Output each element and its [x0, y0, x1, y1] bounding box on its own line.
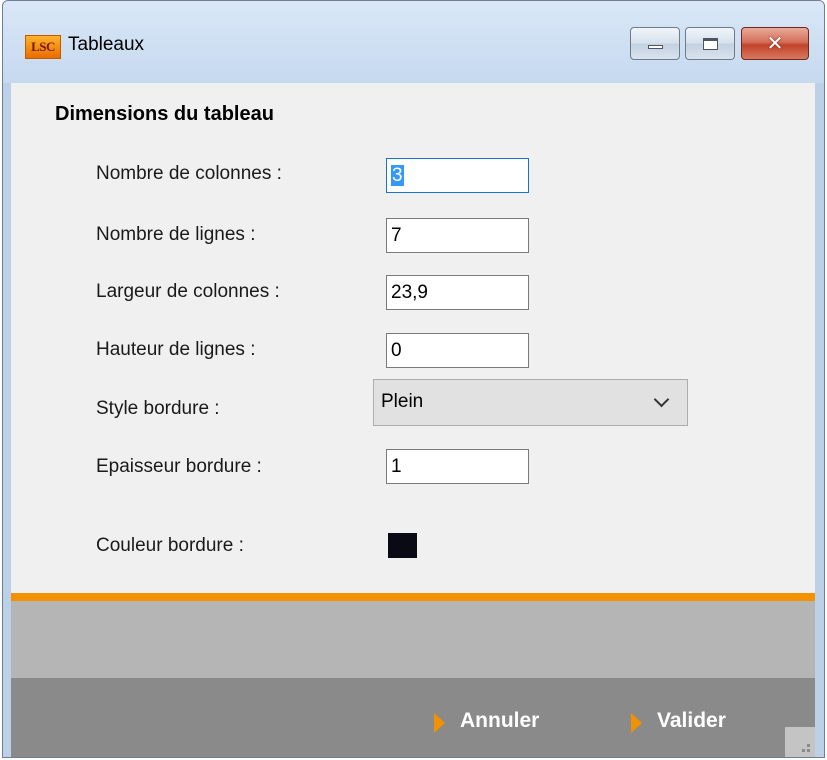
- rows-input[interactable]: 7: [386, 218, 529, 253]
- border-color-label: Couleur bordure :: [96, 535, 244, 556]
- border-style-value: Plein: [381, 391, 424, 412]
- cancel-button-label: Annuler: [460, 709, 540, 732]
- maximize-icon: [703, 38, 718, 50]
- column-width-input[interactable]: 23,9: [386, 275, 529, 310]
- border-style-label: Style bordure :: [96, 398, 220, 419]
- chevron-down-icon: [653, 391, 670, 408]
- rows-label: Nombre de lignes :: [96, 224, 256, 245]
- window-title: Tableaux: [68, 34, 145, 55]
- accent-divider: [11, 593, 815, 601]
- arrow-right-icon: [434, 713, 445, 733]
- dialog-footer: Annuler Valider: [11, 678, 815, 757]
- border-color-swatch[interactable]: [388, 533, 417, 558]
- columns-label: Nombre de colonnes :: [96, 163, 282, 184]
- close-icon: ✕: [766, 31, 784, 55]
- title-bar[interactable]: LSC Tableaux ✕: [3, 1, 824, 83]
- border-thickness-input[interactable]: 1: [386, 449, 529, 484]
- dialog-content: Dimensions du tableau Nombre de colonnes…: [11, 83, 815, 757]
- row-height-input[interactable]: 0: [386, 333, 529, 368]
- column-width-label: Largeur de colonnes :: [96, 281, 280, 302]
- info-band: [11, 601, 815, 678]
- close-button[interactable]: ✕: [741, 27, 809, 60]
- validate-button-label: Valider: [657, 709, 726, 732]
- minimize-button[interactable]: [630, 27, 680, 60]
- columns-value: 3: [391, 165, 404, 186]
- maximize-button[interactable]: [685, 27, 735, 60]
- section-title: Dimensions du tableau: [55, 103, 274, 125]
- columns-input[interactable]: 3: [386, 158, 529, 193]
- dialog-window: LSC Tableaux ✕ Dimensions du tableau Nom…: [2, 0, 825, 758]
- border-thickness-label: Epaisseur bordure :: [96, 456, 262, 477]
- border-style-select[interactable]: Plein: [373, 379, 688, 426]
- arrow-right-icon: [631, 713, 642, 733]
- resize-grip-icon[interactable]: [785, 727, 815, 757]
- row-height-label: Hauteur de lignes :: [96, 339, 256, 360]
- minimize-icon: [648, 45, 663, 49]
- app-logo-icon: LSC: [25, 35, 61, 59]
